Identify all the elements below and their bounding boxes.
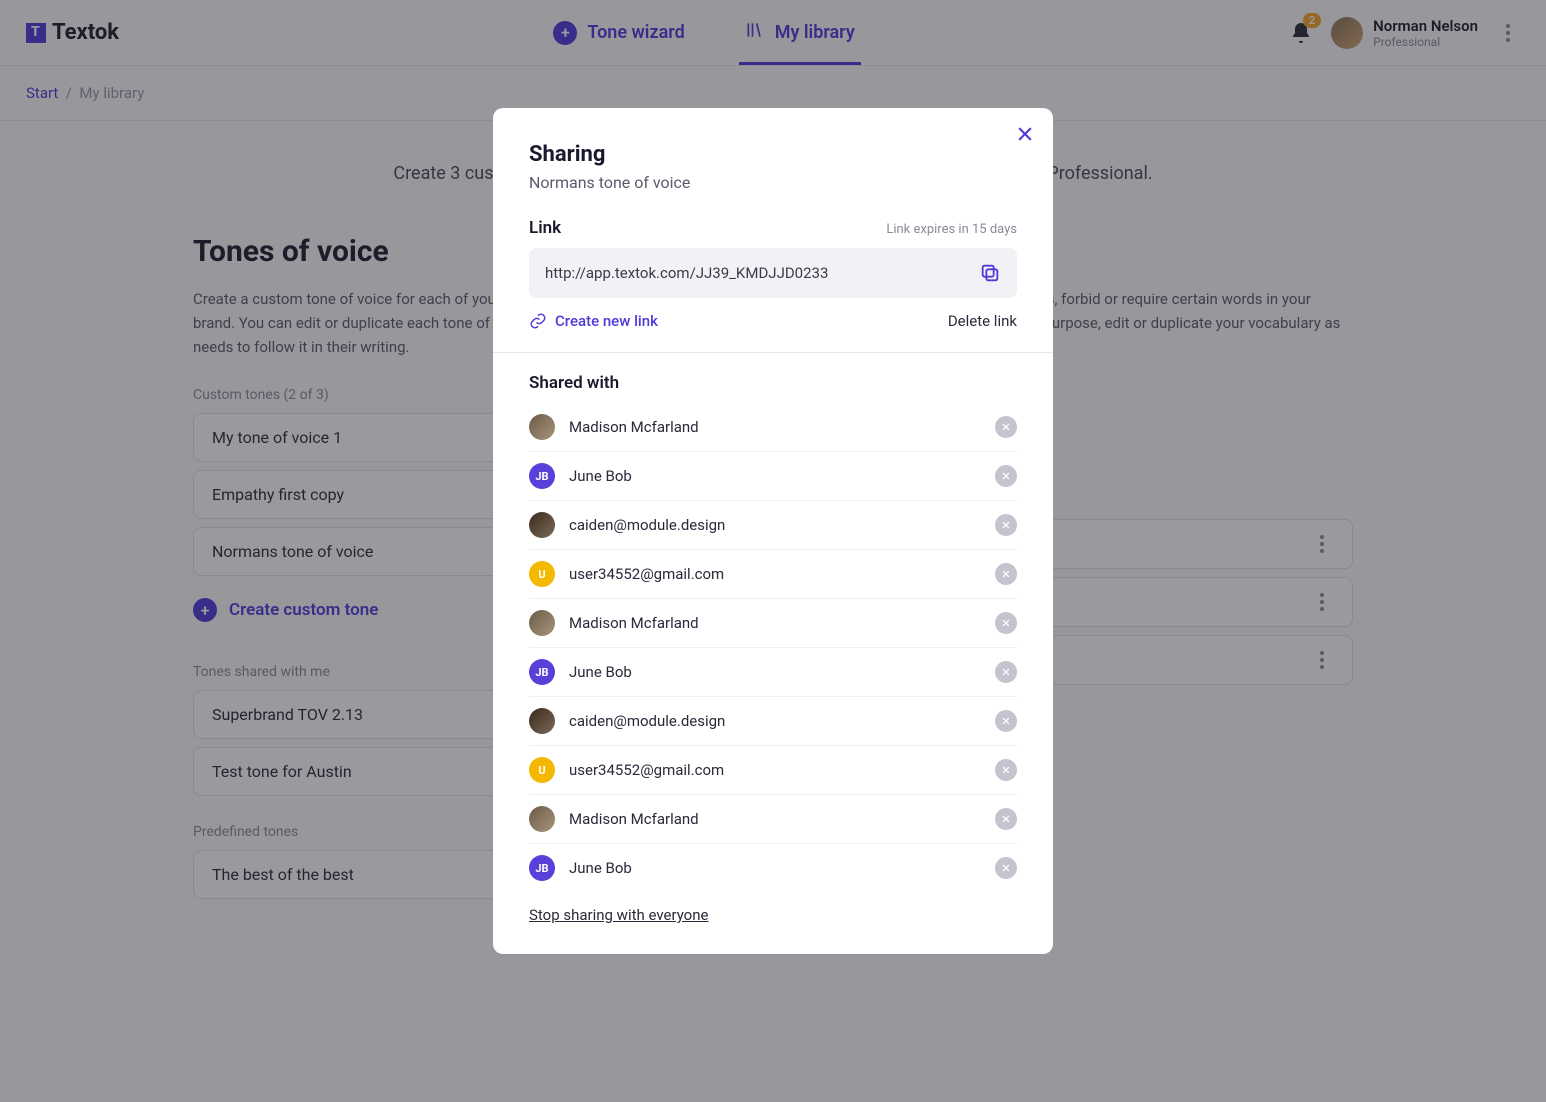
link-label: Link — [529, 218, 561, 238]
person-name: caiden@module.design — [569, 516, 981, 534]
remove-person-button[interactable] — [995, 416, 1017, 438]
modal-subtitle: Normans tone of voice — [529, 173, 1017, 192]
person-name: user34552@gmail.com — [569, 761, 981, 779]
person-avatar — [529, 610, 555, 636]
shared-person-row: Uuser34552@gmail.com — [529, 746, 1017, 795]
person-avatar: JB — [529, 659, 555, 685]
remove-person-button[interactable] — [995, 710, 1017, 732]
person-name: Madison Mcfarland — [569, 418, 981, 436]
shared-person-row: Madison Mcfarland — [529, 599, 1017, 648]
share-link-box: http://app.textok.com/JJ39_KMDJJD0233 — [529, 248, 1017, 298]
modal-title: Sharing — [529, 142, 1017, 167]
shared-person-row: Madison Mcfarland — [529, 403, 1017, 452]
person-name: Madison Mcfarland — [569, 810, 981, 828]
shared-person-row: Uuser34552@gmail.com — [529, 550, 1017, 599]
shared-person-row: caiden@module.design — [529, 697, 1017, 746]
person-name: June Bob — [569, 859, 981, 877]
person-name: Madison Mcfarland — [569, 614, 981, 632]
person-avatar: JB — [529, 463, 555, 489]
person-avatar: U — [529, 561, 555, 587]
remove-person-button[interactable] — [995, 514, 1017, 536]
create-new-link-button[interactable]: Create new link — [529, 312, 658, 330]
remove-person-button[interactable] — [995, 661, 1017, 683]
remove-person-button[interactable] — [995, 465, 1017, 487]
remove-person-button[interactable] — [995, 857, 1017, 879]
shared-person-row: Madison Mcfarland — [529, 795, 1017, 844]
remove-person-button[interactable] — [995, 759, 1017, 781]
shared-people-list: Madison Mcfarland JB June Bob caiden@module… — [529, 403, 1017, 892]
close-button[interactable] — [1015, 124, 1035, 148]
copy-link-button[interactable] — [979, 262, 1001, 284]
delete-link-button[interactable]: Delete link — [948, 312, 1017, 330]
person-avatar: JB — [529, 855, 555, 881]
divider — [493, 352, 1053, 353]
person-avatar — [529, 414, 555, 440]
person-name: user34552@gmail.com — [569, 565, 981, 583]
person-avatar — [529, 512, 555, 538]
shared-person-row: JB June Bob — [529, 648, 1017, 697]
person-avatar: U — [529, 757, 555, 783]
person-name: June Bob — [569, 663, 981, 681]
remove-person-button[interactable] — [995, 612, 1017, 634]
sharing-modal: Sharing Normans tone of voice Link Link … — [493, 108, 1053, 954]
person-avatar — [529, 708, 555, 734]
share-link-url: http://app.textok.com/JJ39_KMDJJD0233 — [545, 264, 979, 282]
person-avatar — [529, 806, 555, 832]
stop-sharing-button[interactable]: Stop sharing with everyone — [529, 906, 708, 924]
person-name: June Bob — [569, 467, 981, 485]
shared-person-row: JB June Bob — [529, 844, 1017, 892]
shared-person-row: caiden@module.design — [529, 501, 1017, 550]
link-expire: Link expires in 15 days — [886, 222, 1017, 237]
remove-person-button[interactable] — [995, 808, 1017, 830]
person-name: caiden@module.design — [569, 712, 981, 730]
remove-person-button[interactable] — [995, 563, 1017, 585]
shared-person-row: JB June Bob — [529, 452, 1017, 501]
modal-overlay[interactable]: Sharing Normans tone of voice Link Link … — [0, 0, 1546, 1102]
shared-with-label: Shared with — [529, 373, 1017, 393]
